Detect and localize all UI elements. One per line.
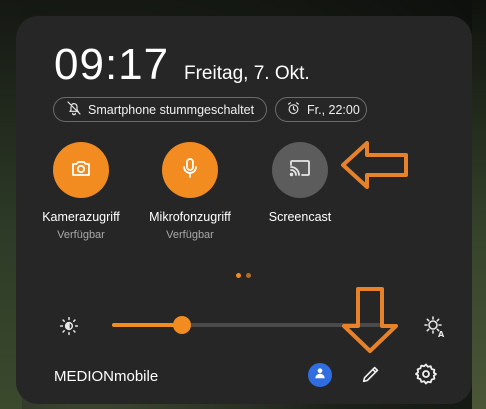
camera-access-status: Verfügbar bbox=[57, 229, 105, 241]
clock-time[interactable]: 09:17 bbox=[54, 40, 169, 90]
edit-tiles-button[interactable] bbox=[358, 363, 384, 389]
camera-icon bbox=[69, 156, 93, 185]
settings-button[interactable] bbox=[412, 362, 440, 390]
alarm-clock-icon bbox=[286, 101, 307, 119]
brightness-auto-icon[interactable]: A bbox=[421, 313, 447, 339]
quick-settings-panel: 09:17 Freitag, 7. Okt. Smartphone stummg… bbox=[16, 16, 472, 404]
next-alarm-chip[interactable]: Fr., 22:00 bbox=[275, 97, 367, 122]
pencil-icon bbox=[360, 363, 382, 390]
brightness-slider-fill bbox=[112, 323, 183, 327]
microphone-access-tile[interactable] bbox=[162, 142, 218, 198]
svg-text:A: A bbox=[438, 330, 445, 338]
mute-status-chip[interactable]: Smartphone stummgeschaltet bbox=[53, 97, 267, 122]
annotation-arrow-down bbox=[342, 287, 398, 353]
clock-date[interactable]: Freitag, 7. Okt. bbox=[184, 63, 310, 85]
microphone-access-label: Mikrofonzugriff bbox=[149, 210, 231, 224]
carrier-name: MEDIONmobile bbox=[54, 368, 159, 385]
camera-access-tile[interactable] bbox=[53, 142, 109, 198]
brightness-low-icon bbox=[58, 315, 80, 337]
screencast-label: Screencast bbox=[268, 210, 332, 224]
microphone-access-status: Verfügbar bbox=[166, 229, 214, 241]
page-dot bbox=[246, 273, 251, 278]
screencast-tile[interactable] bbox=[272, 142, 328, 198]
user-icon bbox=[313, 366, 327, 385]
brightness-slider-thumb[interactable] bbox=[173, 316, 192, 334]
mute-status-label: Smartphone stummgeschaltet bbox=[88, 102, 255, 117]
user-switcher-button[interactable] bbox=[308, 363, 332, 387]
annotation-arrow-left bbox=[341, 141, 408, 189]
next-alarm-label: Fr., 22:00 bbox=[307, 102, 360, 117]
cast-icon bbox=[288, 156, 312, 185]
camera-access-label: Kamerazugriff bbox=[42, 210, 120, 224]
page-indicator bbox=[236, 273, 251, 278]
wallpaper-right-edge bbox=[472, 0, 486, 409]
gear-icon bbox=[414, 362, 438, 391]
page-dot-active bbox=[236, 273, 241, 278]
bell-off-icon bbox=[66, 100, 88, 119]
microphone-icon bbox=[178, 156, 202, 185]
